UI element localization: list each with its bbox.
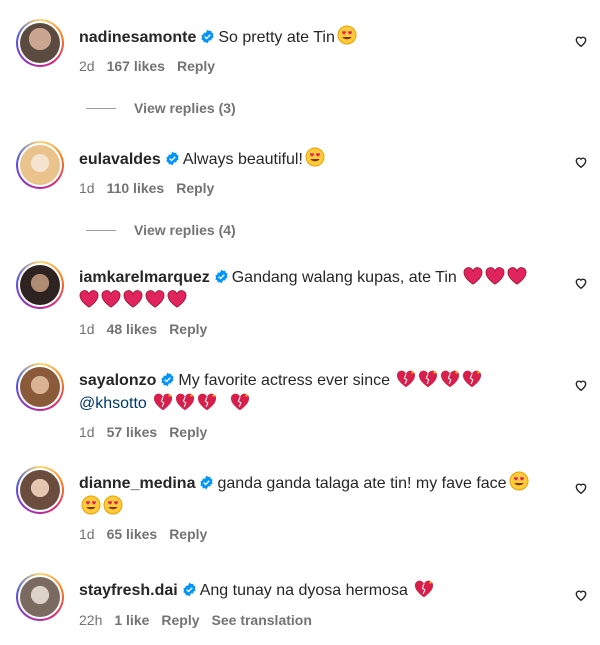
- comment-text: Always beautiful!: [182, 151, 303, 168]
- reply-button[interactable]: Reply: [169, 321, 207, 337]
- broken-sparkle-heart-icon: [441, 370, 460, 388]
- view-replies-button[interactable]: View replies (4): [86, 222, 236, 238]
- like-count[interactable]: 1 like: [114, 612, 149, 628]
- like-count[interactable]: 65 likes: [107, 526, 158, 542]
- username[interactable]: eulavaldes: [79, 151, 161, 168]
- like-count[interactable]: 48 likes: [107, 321, 158, 337]
- broken-sparkle-heart-icon: [154, 393, 173, 411]
- comment-text: ganda ganda talaga ate tin! my fave face: [217, 475, 507, 492]
- comment-text: Ang tunay na dyosa hermosa: [199, 582, 408, 599]
- reply-button[interactable]: Reply: [177, 58, 215, 74]
- avatar[interactable]: [16, 19, 64, 67]
- heart-eyes-row: [79, 495, 123, 516]
- verified-badge-icon: [201, 29, 214, 44]
- heart-eyes-emoji-icon: [305, 147, 325, 167]
- comment-text: Gandang walang kupas, ate Tin: [231, 269, 457, 286]
- broken-sparkle-heart-icon: [419, 370, 438, 388]
- timestamp: 1d: [79, 180, 95, 196]
- heart-outline-icon[interactable]: [574, 588, 588, 602]
- red-heart-icon: [507, 267, 527, 285]
- avatar[interactable]: [16, 573, 64, 621]
- heart-eyes-emoji-icon: [509, 471, 529, 491]
- see-translation-button[interactable]: See translation: [212, 612, 312, 628]
- timestamp: 1d: [79, 526, 95, 542]
- verified-badge-icon: [166, 151, 179, 166]
- username[interactable]: dianne_medina: [79, 475, 195, 492]
- sparkling-heart-row-2: [151, 393, 249, 412]
- broken-sparkle-heart-icon: [176, 393, 195, 411]
- comment-text: My favorite actress ever since: [178, 372, 390, 389]
- broken-sparkle-heart-icon: [198, 393, 217, 411]
- reply-button[interactable]: Reply: [169, 424, 207, 440]
- heart-outline-icon[interactable]: [574, 155, 588, 169]
- red-heart-emoji-row-2: [77, 290, 187, 309]
- like-count[interactable]: 167 likes: [107, 58, 165, 74]
- heart-eyes-emoji-icon: [337, 25, 357, 45]
- avatar[interactable]: [16, 261, 64, 309]
- heart-outline-icon[interactable]: [574, 276, 588, 290]
- reply-button[interactable]: Reply: [161, 612, 199, 628]
- red-heart-icon: [79, 290, 99, 308]
- heart-eyes-emoji-icon: [81, 495, 101, 515]
- timestamp: 22h: [79, 612, 103, 628]
- username[interactable]: stayfresh.dai: [79, 582, 178, 599]
- like-count[interactable]: 110 likes: [107, 180, 165, 196]
- heart-outline-icon[interactable]: [574, 34, 588, 48]
- reply-button[interactable]: Reply: [169, 526, 207, 542]
- like-count[interactable]: 57 likes: [107, 424, 158, 440]
- red-heart-icon: [101, 290, 121, 308]
- mention-link[interactable]: @khsotto: [79, 395, 147, 412]
- red-heart-icon: [485, 267, 505, 285]
- broken-sparkle-heart-icon: [230, 393, 249, 411]
- red-heart-emoji-row: [461, 267, 527, 286]
- avatar[interactable]: [16, 141, 64, 189]
- username[interactable]: sayalonzo: [79, 372, 156, 389]
- timestamp: 1d: [79, 424, 95, 440]
- comment-text: So pretty ate Tin: [218, 29, 335, 46]
- heart-outline-icon[interactable]: [574, 378, 588, 392]
- timestamp: 2d: [79, 58, 95, 74]
- broken-sparkle-heart-icon: [415, 580, 434, 598]
- broken-sparkle-heart-icon: [397, 370, 416, 388]
- reply-button[interactable]: Reply: [176, 180, 214, 196]
- sparkling-heart-row: [394, 370, 482, 389]
- verified-badge-icon: [183, 582, 196, 597]
- red-heart-icon: [123, 290, 143, 308]
- verified-badge-icon: [161, 372, 174, 387]
- heart-outline-icon[interactable]: [574, 481, 588, 495]
- avatar[interactable]: [16, 466, 64, 514]
- red-heart-icon: [167, 290, 187, 308]
- username[interactable]: nadinesamonte: [79, 29, 196, 46]
- red-heart-icon: [463, 267, 483, 285]
- heart-eyes-emoji-icon: [103, 495, 123, 515]
- timestamp: 1d: [79, 321, 95, 337]
- username[interactable]: iamkarelmarquez: [79, 269, 210, 286]
- verified-badge-icon: [200, 475, 214, 490]
- avatar[interactable]: [16, 363, 64, 411]
- red-heart-icon: [145, 290, 165, 308]
- verified-badge-icon: [215, 269, 228, 284]
- broken-sparkle-heart-icon: [463, 370, 482, 388]
- view-replies-button[interactable]: View replies (3): [86, 100, 236, 116]
